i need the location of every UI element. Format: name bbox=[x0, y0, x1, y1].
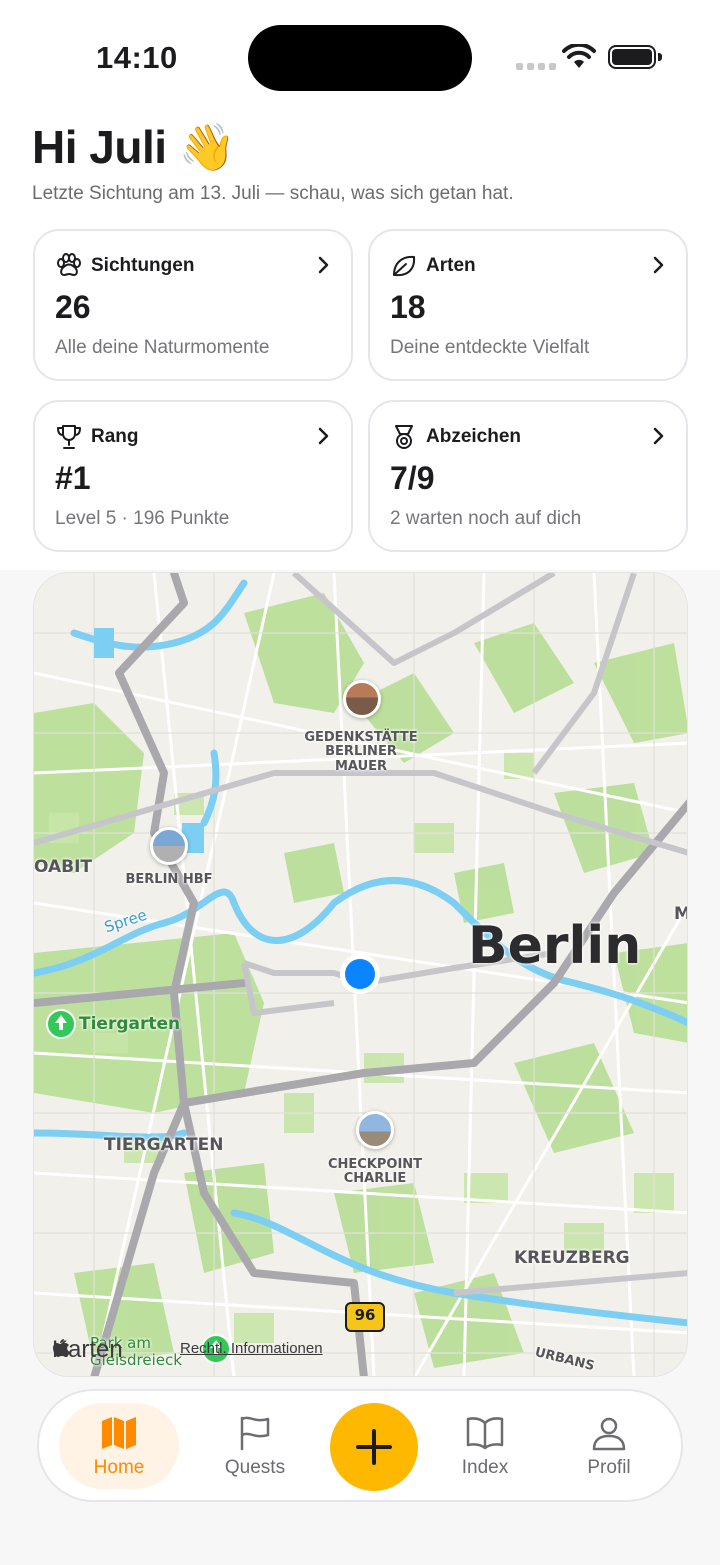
map-label-city: Berlin bbox=[468, 916, 642, 976]
flag-icon bbox=[240, 1416, 270, 1451]
tab-home[interactable]: Home bbox=[59, 1403, 179, 1489]
tab-label: Home bbox=[93, 1457, 145, 1478]
chevron-right-icon bbox=[318, 256, 329, 274]
card-header: Rang bbox=[55, 424, 139, 450]
tab-index[interactable]: Index bbox=[425, 1403, 545, 1489]
card-description: Level 5 · 196 Punkte bbox=[55, 508, 230, 529]
tab-bar: Home Quests Index Profil bbox=[37, 1389, 683, 1502]
tab-label: Profil bbox=[587, 1457, 631, 1478]
map-attribution: Karten bbox=[52, 1336, 123, 1364]
medal-icon bbox=[395, 425, 413, 449]
card-title: Rang bbox=[91, 426, 139, 447]
card-title: Sichtungen bbox=[91, 255, 195, 276]
status-time: 14:10 bbox=[96, 40, 178, 75]
card-header: Arten bbox=[390, 253, 476, 279]
map-icon bbox=[102, 1417, 136, 1449]
add-sighting-button[interactable] bbox=[330, 1403, 418, 1491]
poi-hbf-photo[interactable] bbox=[150, 827, 188, 865]
poi-mauer-photo[interactable] bbox=[343, 680, 381, 718]
map-legal-link[interactable]: Rechtl. Informationen bbox=[180, 1340, 323, 1357]
apple-logo-icon bbox=[53, 1339, 70, 1357]
map-label-edge: M bbox=[674, 905, 687, 924]
chevron-right-icon bbox=[318, 427, 329, 445]
chevron-right-icon bbox=[653, 427, 664, 445]
card-description: 2 warten noch auf dich bbox=[390, 508, 582, 529]
card-value: 26 bbox=[55, 289, 91, 325]
card-title: Abzeichen bbox=[426, 426, 522, 447]
status-bar: 14:10 bbox=[0, 0, 720, 110]
dynamic-island bbox=[248, 25, 472, 91]
cellular-signal-icon bbox=[516, 63, 556, 70]
card-sichtungen[interactable]: Sichtungen 26 Alle deine Naturmomente bbox=[33, 229, 353, 381]
card-description: Alle deine Naturmomente bbox=[55, 337, 270, 358]
map-label-moabit: OABIT bbox=[34, 857, 93, 877]
greeting-text: Hi Juli bbox=[32, 121, 167, 173]
map-label-hbf: BERLIN HBF bbox=[125, 872, 213, 887]
plus-icon bbox=[356, 1429, 392, 1465]
tab-quests[interactable]: Quests bbox=[195, 1403, 315, 1489]
card-title: Arten bbox=[426, 255, 476, 276]
card-header: Sichtungen bbox=[55, 253, 194, 279]
paw-icon bbox=[57, 253, 81, 277]
route-shield-label: 96 bbox=[354, 1306, 376, 1324]
card-rang[interactable]: Rang #1 Level 5 · 196 Punkte bbox=[33, 400, 353, 552]
tab-label: Quests bbox=[224, 1457, 286, 1478]
map-label-tiergarten-park: Tiergarten bbox=[79, 1014, 181, 1034]
battery-icon bbox=[608, 45, 662, 69]
person-icon bbox=[592, 1417, 626, 1451]
card-value: 7/9 bbox=[390, 460, 435, 496]
leaf-icon bbox=[393, 255, 416, 277]
greeting-title: Hi Juli 👋 bbox=[32, 120, 236, 175]
wave-emoji: 👋 bbox=[178, 121, 236, 173]
chevron-right-icon bbox=[653, 256, 664, 274]
map-label-checkpoint: CHECKPOINT CHARLIE bbox=[327, 1157, 423, 1187]
trophy-icon bbox=[57, 425, 81, 449]
tab-label: Index bbox=[461, 1457, 509, 1478]
poi-checkpoint-photo[interactable] bbox=[356, 1111, 394, 1149]
map-label-kreuzberg: KREUZBERG bbox=[514, 1248, 630, 1268]
map-label-tiergarten-district: TIERGARTEN bbox=[104, 1135, 224, 1155]
card-abzeichen[interactable]: Abzeichen 7/9 2 warten noch auf dich bbox=[368, 400, 688, 552]
map-view[interactable]: GEDENKSTÄTTE BERLINER MAUER BERLIN HBF O… bbox=[33, 572, 688, 1377]
card-value: 18 bbox=[390, 289, 426, 325]
tab-profil[interactable]: Profil bbox=[549, 1403, 669, 1489]
book-icon bbox=[466, 1417, 504, 1450]
card-description: Deine entdeckte Vielfalt bbox=[390, 337, 590, 358]
wifi-icon bbox=[562, 44, 596, 68]
card-value: #1 bbox=[55, 460, 91, 496]
card-header: Abzeichen bbox=[390, 424, 521, 450]
greeting-subtitle: Letzte Sichtung am 13. Juli — schau, was… bbox=[32, 183, 514, 204]
map-label-mauer: GEDENKSTÄTTE BERLINER MAUER bbox=[304, 730, 418, 774]
card-arten[interactable]: Arten 18 Deine entdeckte Vielfalt bbox=[368, 229, 688, 381]
